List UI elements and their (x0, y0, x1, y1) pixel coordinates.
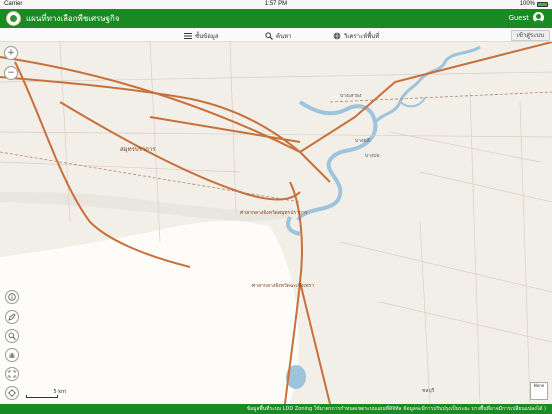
battery-indicator: 100% (520, 1, 548, 7)
globe-icon (333, 32, 341, 40)
map-label-bang-sao-thong: บางเสาธง (340, 93, 362, 99)
basemap-label: None (533, 383, 545, 388)
layers-label: ชั้นข้อมูล (195, 33, 219, 40)
user-name: Guest (508, 13, 529, 22)
app-header: แผนที่ทางเลือกพืชเศรษฐกิจ Guest (0, 9, 552, 28)
app-logo-icon (6, 11, 21, 26)
battery-percent: 100% (519, 1, 535, 7)
full-extent-button[interactable] (5, 367, 19, 381)
battery-fill (538, 2, 547, 6)
footer-notice: ข้อมูลพื้นที่ระบบ LDD Zoning ใช้มาตรการก… (0, 404, 552, 414)
crosshair-icon (8, 389, 16, 397)
scale-bar (26, 395, 58, 398)
hand-icon (9, 353, 15, 358)
zoom-controls: + − (4, 46, 18, 86)
user-avatar-icon (533, 12, 544, 23)
expand-icon (8, 370, 16, 378)
locate-button[interactable] (5, 386, 19, 400)
analyze-area-button[interactable]: วิเคราะห์พื้นที่ (333, 31, 379, 41)
info-icon (8, 293, 16, 301)
map-label-city-hall-sp: ศาลากลางจังหวัดสมุทรปราการ (240, 210, 308, 216)
login-button[interactable]: เข้าสู่ระบบ (510, 30, 550, 41)
user-menu[interactable]: Guest (508, 12, 544, 23)
layers-icon (184, 33, 192, 39)
zoom-in-button[interactable]: + (4, 46, 18, 60)
map-label-bang-bo: บางบ่อ (365, 153, 380, 159)
map-canvas[interactable]: สมุทรปราการ ศาลากลางจังหวัดสมุทรปราการ ศ… (0, 42, 552, 404)
zoom-area-button[interactable] (5, 329, 19, 343)
map-label-chonburi: ชลบุรี (422, 388, 435, 394)
basemap-switch-button[interactable]: None (530, 382, 548, 400)
map-label-samut-prakan: สมุทรปราการ (120, 146, 156, 153)
map-base-layer (0, 42, 552, 404)
pan-button[interactable] (5, 348, 19, 362)
search-button[interactable]: ค้นหา (265, 31, 291, 41)
search-label: ค้นหา (276, 33, 292, 40)
search-icon (265, 32, 273, 40)
map-label-bang-phli: บางพลี (355, 138, 370, 144)
map-toolbar: ชั้นข้อมูล ค้นหา วิเคราะห์พื้นที่ เข้าสู… (0, 28, 552, 42)
pencil-icon (8, 313, 16, 321)
map-scale: 5 km (26, 389, 66, 398)
status-bar: Carrier 1:57 PM 100% (0, 0, 552, 9)
battery-icon (537, 1, 548, 7)
zoom-out-button[interactable]: − (4, 66, 18, 80)
app-title: แผนที่ทางเลือกพืชเศรษฐกิจ (26, 14, 120, 23)
layers-button[interactable]: ชั้นข้อมูล (184, 31, 219, 41)
zoom-area-icon (8, 332, 16, 340)
info-button[interactable] (5, 290, 19, 304)
draw-button[interactable] (5, 310, 19, 324)
clock: 1:57 PM (264, 1, 288, 7)
map-label-city-hall-ccs: ศาลากลางจังหวัดฉะเชิงเทรา (252, 283, 315, 289)
analyze-area-label: วิเคราะห์พื้นที่ (344, 33, 380, 40)
